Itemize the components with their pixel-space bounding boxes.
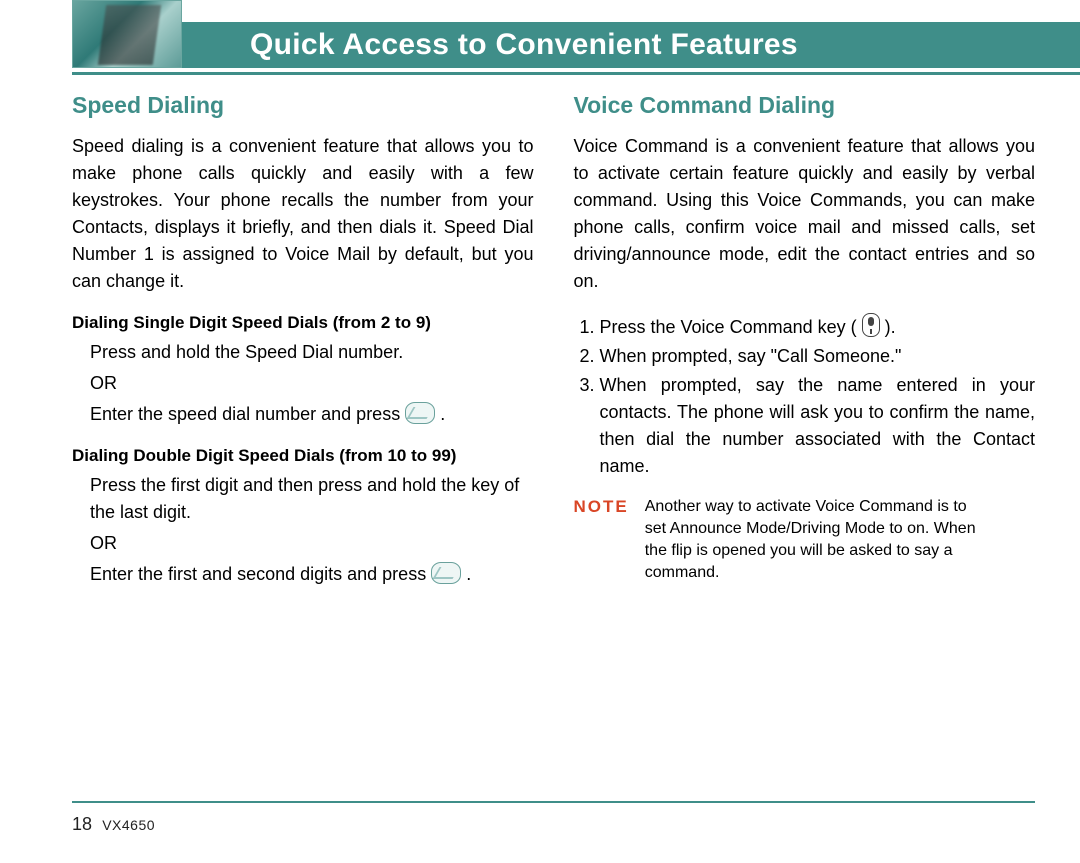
- model-number: VX4650: [102, 817, 155, 833]
- voice-step-3: When prompted, say the name entered in y…: [600, 372, 1036, 480]
- send-key-icon: [405, 402, 435, 424]
- left-column: Speed Dialing Speed dialing is a conveni…: [72, 92, 534, 783]
- single-digit-line1: Press and hold the Speed Dial number.: [90, 339, 534, 366]
- speed-dialing-heading: Speed Dialing: [72, 92, 534, 119]
- voice-command-intro: Voice Command is a convenient feature th…: [574, 133, 1036, 295]
- page-title: Quick Access to Convenient Features: [250, 28, 798, 62]
- single-digit-line2: Enter the speed dial number and press .: [90, 401, 534, 428]
- voice-command-heading: Voice Command Dialing: [574, 92, 1036, 119]
- single-digit-body: Press and hold the Speed Dial number. OR…: [90, 339, 534, 428]
- note-body: Another way to activate Voice Command is…: [645, 496, 985, 584]
- right-column: Voice Command Dialing Voice Command is a…: [574, 92, 1036, 783]
- send-key-icon: [431, 562, 461, 584]
- double-digit-line2: Enter the first and second digits and pr…: [90, 561, 534, 588]
- single-digit-heading: Dialing Single Digit Speed Dials (from 2…: [72, 313, 534, 333]
- voice-step-1: Press the Voice Command key ( ).: [600, 313, 1036, 341]
- double-digit-heading: Dialing Double Digit Speed Dials (from 1…: [72, 446, 534, 466]
- note-label: NOTE: [574, 496, 629, 584]
- voice-command-note: NOTE Another way to activate Voice Comma…: [574, 496, 1036, 584]
- single-digit-or: OR: [90, 370, 534, 397]
- double-digit-body: Press the first digit and then press and…: [90, 472, 534, 588]
- voice-step-2: When prompted, say "Call Someone.": [600, 343, 1036, 370]
- page-footer: 18 VX4650: [72, 814, 155, 835]
- double-digit-or: OR: [90, 530, 534, 557]
- page-number: 18: [72, 814, 92, 834]
- voice-command-steps: Press the Voice Command key ( ). When pr…: [574, 313, 1036, 480]
- header-title-bar: Quick Access to Convenient Features: [182, 22, 1080, 68]
- double-digit-line1: Press the first digit and then press and…: [90, 472, 534, 526]
- page-header: Quick Access to Convenient Features: [0, 0, 1080, 72]
- voice-command-key-icon: [862, 313, 880, 337]
- manual-page: Quick Access to Convenient Features Spee…: [0, 0, 1080, 863]
- footer-divider: [72, 801, 1035, 803]
- header-divider: [72, 72, 1080, 75]
- content-columns: Speed Dialing Speed dialing is a conveni…: [72, 92, 1035, 783]
- speed-dialing-intro: Speed dialing is a convenient feature th…: [72, 133, 534, 295]
- header-thumbnail-image: [72, 0, 182, 68]
